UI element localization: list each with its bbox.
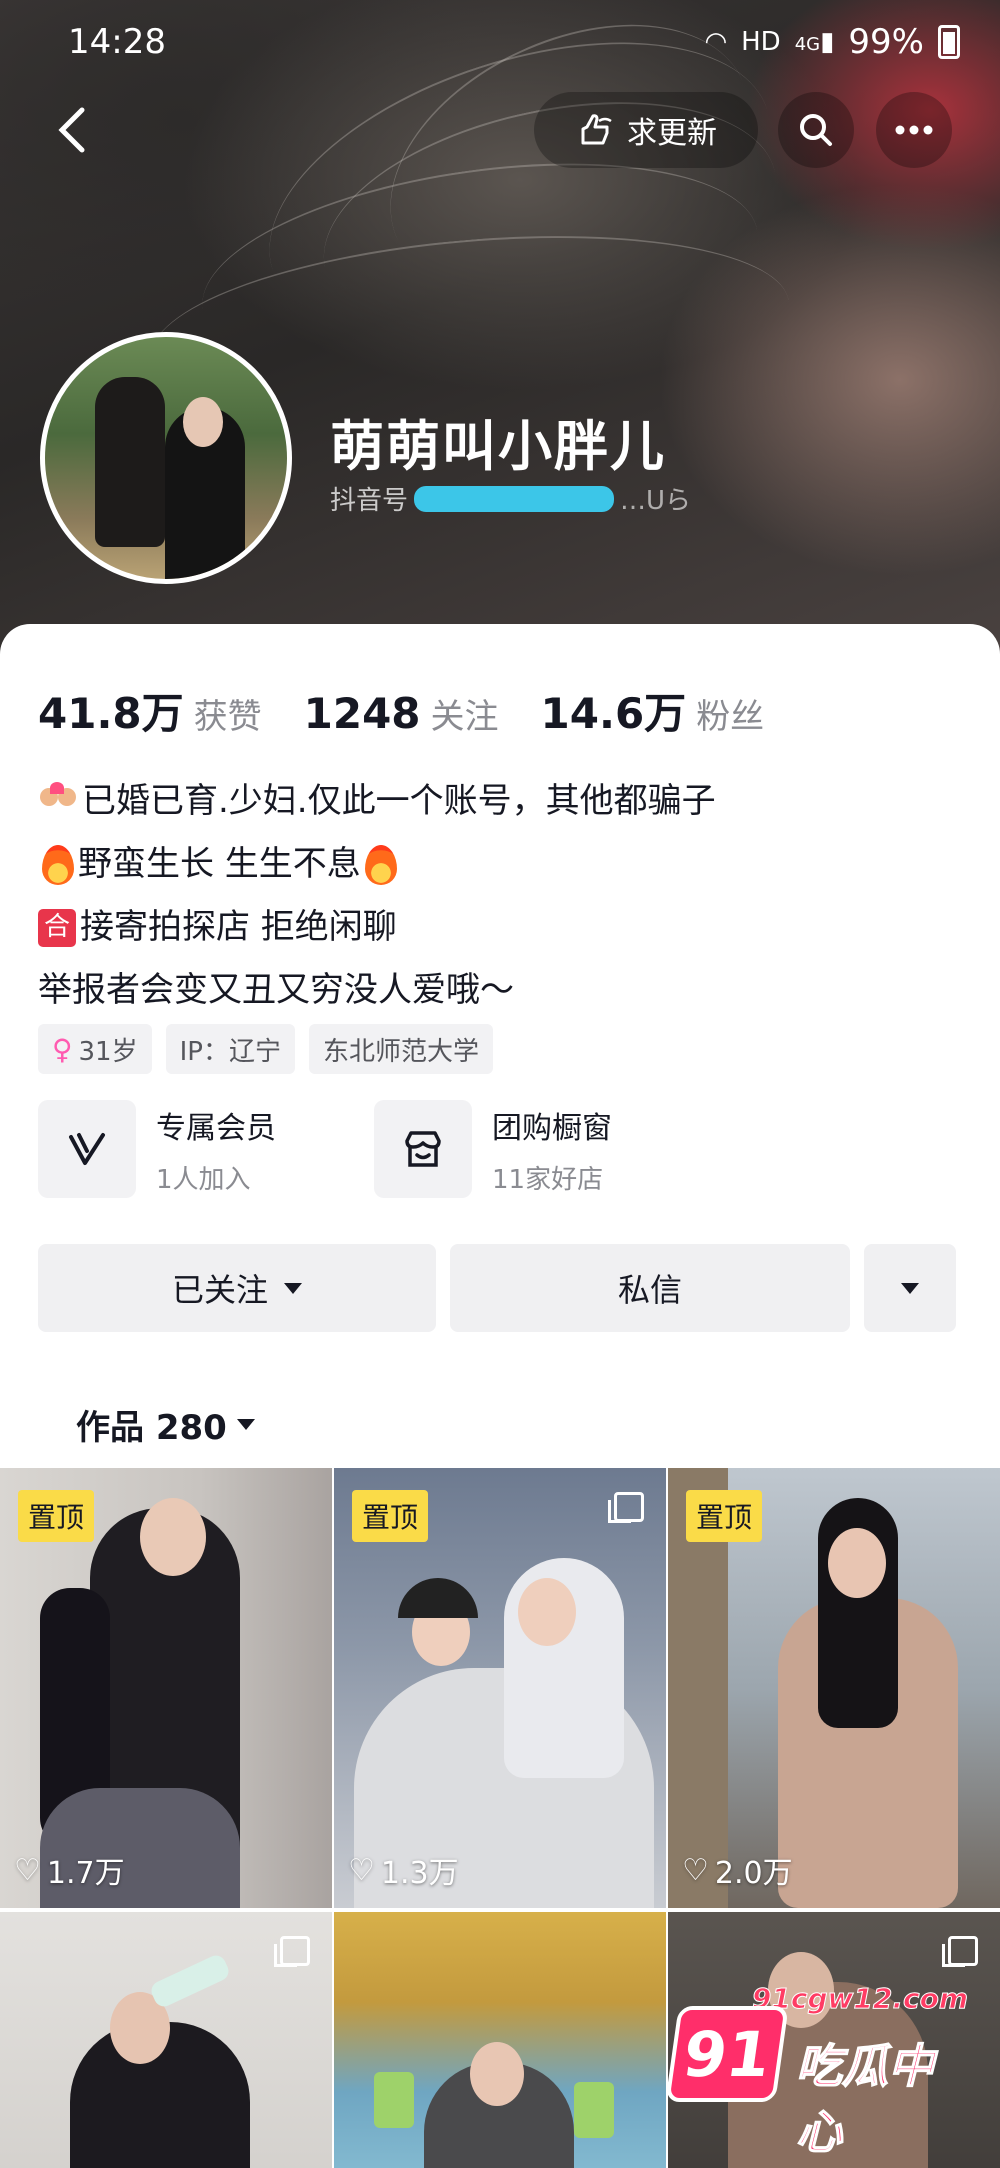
status-time: 14:28 <box>68 22 166 62</box>
search-button[interactable] <box>778 92 854 168</box>
battery-percent: 99% <box>848 22 924 62</box>
request-update-button[interactable]: 求更新 <box>534 92 758 168</box>
douyin-id-label: 抖音号 <box>330 486 409 516</box>
profile-tags: ♀ 31岁 IP：辽宁 东北师范大学 <box>38 1024 493 1074</box>
v-membership-icon <box>38 1100 136 1198</box>
stat-following-count: 1248 <box>303 689 421 738</box>
bio: 已婚已育.少妇.仅此一个账号，其他都骗子 野蛮生长 生生不息 合 接寄拍探店 拒… <box>38 770 716 1022</box>
back-button[interactable] <box>52 100 102 160</box>
watermark-text: 吃瓜中心 <box>795 2038 935 2160</box>
profile-header-background: 14:28 ◠ HD 4G▮ 99% 求更新 萌萌叫小胖儿 抖音号 …Uら <box>0 0 1000 660</box>
membership-title: 专属会员 <box>156 1110 276 1146</box>
stat-likes[interactable]: 41.8万 获赞 <box>38 680 262 741</box>
followed-button[interactable]: 已关注 <box>38 1244 436 1332</box>
like-count: ♡ 2.0万 <box>682 1848 793 1892</box>
like-count-text: 1.7万 <box>46 1856 125 1891</box>
post-thumbnail[interactable] <box>0 1912 332 2168</box>
couple-emoji-icon <box>38 781 78 822</box>
tab-works[interactable]: 作品 280 <box>76 1400 255 1449</box>
pinned-badge: 置顶 <box>686 1490 763 1542</box>
recommend-toggle-button[interactable] <box>864 1244 956 1332</box>
post-thumbnail[interactable] <box>334 1912 666 2168</box>
caret-down-icon <box>901 1282 919 1294</box>
post-thumbnail[interactable]: 置顶 ♡ 1.7万 <box>0 1468 332 1908</box>
battery-icon <box>938 25 960 59</box>
group-buy-title: 团购橱窗 <box>492 1110 612 1146</box>
followed-label: 已关注 <box>171 1271 268 1309</box>
profile-card: 41.8万 获赞 1248 关注 14.6万 粉丝 已婚已育.少妇.仅此一个账号… <box>0 624 1000 1464</box>
profile-nickname: 萌萌叫小胖儿 <box>330 415 666 478</box>
fire-emoji-icon <box>364 844 397 885</box>
tag-school-text: 东北师范大学 <box>322 1036 479 1067</box>
more-options-button[interactable] <box>876 92 952 168</box>
shop-window-icon <box>374 1100 472 1198</box>
message-label: 私信 <box>617 1271 682 1309</box>
request-update-label: 求更新 <box>627 116 717 151</box>
bio-line: 已婚已育.少妇.仅此一个账号，其他都骗子 <box>38 770 716 833</box>
post-thumbnail[interactable]: 置顶 ♡ 1.3万 <box>334 1468 666 1908</box>
tag-age: ♀ 31岁 <box>38 1024 152 1074</box>
membership-entry[interactable]: 专属会员 1人加入 <box>38 1100 374 1198</box>
multi-image-icon <box>608 1492 644 1523</box>
network-label: HD <box>741 27 781 57</box>
multi-image-icon <box>942 1936 978 1967</box>
stat-followers-label: 粉丝 <box>696 697 765 737</box>
tag-ip: IP：辽宁 <box>165 1024 295 1074</box>
signal-icon: 4G▮ <box>794 27 835 57</box>
like-count: ♡ 1.7万 <box>14 1848 125 1892</box>
group-buy-entry[interactable]: 团购橱窗 11家好店 <box>374 1100 710 1198</box>
heart-icon: ♡ <box>682 1852 709 1888</box>
female-icon: ♀ <box>52 1032 73 1066</box>
bio-text: 已婚已育.少妇.仅此一个账号，其他都骗子 <box>82 781 716 821</box>
stat-likes-count: 41.8万 <box>38 689 184 738</box>
group-buy-sub: 11家好店 <box>492 1164 604 1195</box>
douyin-id-tail: …Uら <box>620 486 692 516</box>
membership-sub: 1人加入 <box>156 1164 251 1195</box>
service-entries: 专属会员 1人加入 团购橱窗 11家好店 <box>38 1100 710 1198</box>
watermark-logo: 91 <box>665 2006 789 2102</box>
pointing-hand-icon <box>581 114 612 145</box>
more-dots-icon <box>895 125 933 135</box>
stat-following-label: 关注 <box>430 697 499 737</box>
tag-ip-text: IP：辽宁 <box>179 1036 281 1067</box>
site-watermark: 91cgw12.com 91 吃瓜中心 <box>665 1966 969 2160</box>
caret-down-icon <box>236 1419 255 1430</box>
message-button[interactable]: 私信 <box>450 1244 850 1332</box>
douyin-id[interactable]: 抖音号 …Uら <box>330 480 691 517</box>
wifi-icon: ◠ <box>704 27 728 57</box>
fire-emoji-icon <box>42 844 74 885</box>
heart-icon: ♡ <box>14 1852 41 1888</box>
post-thumbnail[interactable]: 置顶 ♡ 2.0万 <box>668 1468 1000 1908</box>
works-label: 作品 280 <box>76 1408 227 1448</box>
stat-followers-count: 14.6万 <box>540 689 687 738</box>
caret-down-icon <box>284 1282 302 1294</box>
tag-age-text: 31岁 <box>78 1036 138 1067</box>
heart-icon: ♡ <box>348 1852 375 1888</box>
he-badge-icon: 合 <box>38 908 76 947</box>
stat-following[interactable]: 1248 关注 <box>304 689 499 738</box>
bio-text: 举报者会变又丑又穷没人爱哦～ <box>38 970 514 1010</box>
bio-line: 合 接寄拍探店 拒绝闲聊 <box>38 896 716 959</box>
redaction-mark <box>414 485 615 512</box>
stats-row: 41.8万 获赞 1248 关注 14.6万 粉丝 <box>38 680 806 741</box>
bio-text: 接寄拍探店 拒绝闲聊 <box>80 907 397 947</box>
bio-line: 野蛮生长 生生不息 <box>38 833 716 896</box>
chevron-left-icon <box>58 107 85 153</box>
like-count-text: 1.3万 <box>380 1856 459 1891</box>
bio-text: 野蛮生长 生生不息 <box>78 844 361 884</box>
bio-line: 举报者会变又丑又穷没人爱哦～ <box>38 959 716 1022</box>
like-count: ♡ 1.3万 <box>348 1848 459 1892</box>
like-count-text: 2.0万 <box>714 1856 793 1891</box>
search-icon <box>800 114 832 146</box>
stat-followers[interactable]: 14.6万 粉丝 <box>541 680 765 741</box>
status-bar: 14:28 ◠ HD 4G▮ 99% <box>0 0 1000 80</box>
stat-likes-label: 获赞 <box>193 697 262 737</box>
multi-image-icon <box>274 1936 310 1967</box>
tag-school[interactable]: 东北师范大学 <box>308 1024 493 1074</box>
pinned-badge: 置顶 <box>352 1490 429 1542</box>
pinned-badge: 置顶 <box>18 1490 95 1542</box>
action-buttons: 已关注 私信 <box>38 1244 956 1332</box>
avatar[interactable] <box>40 332 292 584</box>
